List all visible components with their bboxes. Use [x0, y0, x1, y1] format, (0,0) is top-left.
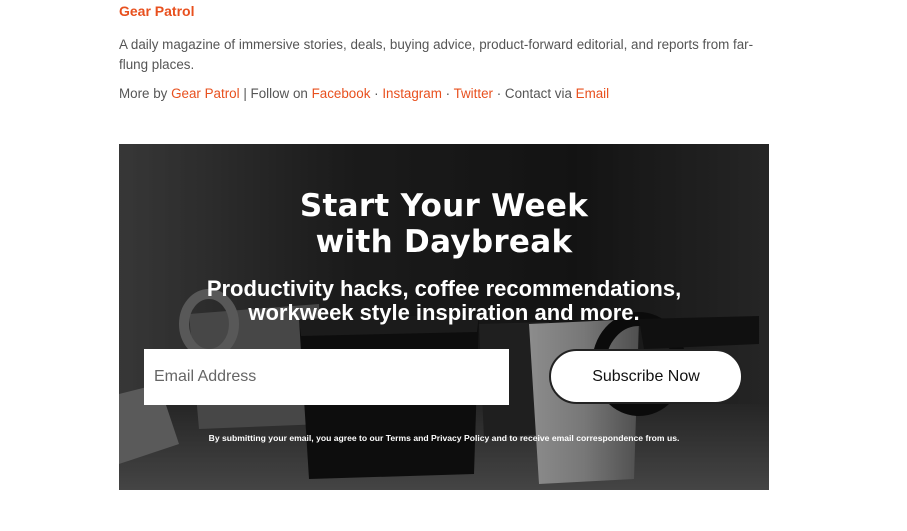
title-line-1: Start Your Week [299, 188, 589, 224]
newsletter-banner: Start Your Week with Daybreak Productivi… [119, 144, 769, 490]
author-bio: A daily magazine of immersive stories, d… [119, 37, 754, 72]
separator: · [374, 86, 379, 101]
author-meta: More by Gear Patrol | Follow on Facebook… [119, 85, 769, 103]
more-by-link[interactable]: Gear Patrol [171, 86, 239, 101]
legal-disclaimer: By submitting your email, you agree to o… [208, 433, 680, 443]
subtitle-line-1: Productivity hacks, coffee recommendatio… [206, 276, 682, 301]
more-by-label: More by [119, 86, 168, 101]
separator: · [445, 86, 451, 101]
subtitle-line-2: workweek style inspiration and more. [248, 300, 640, 325]
newsletter-subtitle: Productivity hacks, coffee recommendatio… [119, 277, 769, 325]
subscribe-button[interactable]: Subscribe Now [549, 349, 743, 404]
facebook-link[interactable]: Facebook [312, 86, 371, 101]
title-line-2: with Daybreak [315, 224, 573, 260]
follow-label: | Follow on [243, 86, 308, 101]
email-input[interactable] [144, 349, 509, 405]
newsletter-title: Start Your Week with Daybreak [119, 188, 769, 260]
email-contact-link[interactable]: Email [576, 86, 609, 101]
twitter-link[interactable]: Twitter [454, 86, 493, 101]
author-name-link[interactable]: Gear Patrol [119, 3, 194, 19]
instagram-link[interactable]: Instagram [382, 86, 442, 101]
contact-label: · Contact via [496, 86, 572, 101]
